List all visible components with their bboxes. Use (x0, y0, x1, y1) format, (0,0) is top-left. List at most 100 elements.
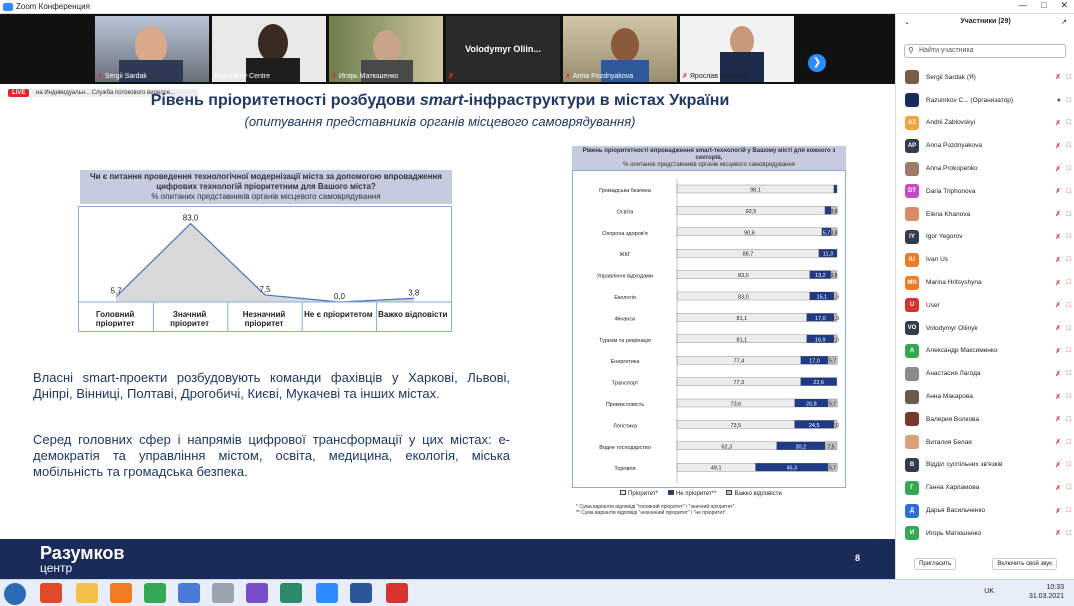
right-chart-footnotes: * Сума варіантів відповіді "головний прі… (576, 504, 736, 516)
tick-label: Значний пріоритет (170, 310, 209, 328)
data-label: 17,0 (815, 316, 826, 322)
file-explorer-icon[interactable] (76, 583, 98, 603)
data-label: 45,3 (786, 466, 797, 472)
participant-row[interactable]: Anna Prokopenko ✗ □ (896, 157, 1074, 180)
data-label: 62,3 (721, 444, 732, 450)
viber-icon[interactable] (246, 583, 268, 603)
camera-icon: □ (1066, 119, 1071, 127)
camera-icon: □ (1066, 73, 1071, 81)
zoom-taskbar-icon[interactable] (316, 583, 338, 603)
tile-name: Razumkov Centre (214, 73, 271, 80)
camera-icon: □ (1066, 301, 1071, 309)
camera-icon: □ (1066, 187, 1071, 195)
right-chart-header: Рівень пріоритетності впровадження smart… (572, 146, 846, 170)
mic-muted-icon: ✗ (1055, 165, 1061, 173)
maximize-icon[interactable]: □ (1041, 0, 1046, 11)
data-label: 73,5 (730, 423, 741, 429)
firefox-icon[interactable] (110, 583, 132, 603)
data-label: 17,0 (809, 359, 820, 365)
app-icon[interactable] (212, 583, 234, 603)
mic-muted-icon: ✗ (331, 73, 337, 80)
participant-row[interactable]: Sergii Sardak (Я) ✗ □ (896, 66, 1074, 89)
tile-name: Ярослав Жалило (689, 72, 747, 80)
avatar (905, 70, 919, 85)
participants-panel: ⌄ Участники (29) ↗ ⚲ Найти участника Sergii… (895, 14, 1074, 579)
participant-row[interactable]: Razumkov C... (Организатор) ● □ (896, 89, 1074, 112)
participant-row[interactable]: AZ Andrii Zablovskyi ✗ □ (896, 112, 1074, 135)
popout-icon[interactable]: ↗ (1061, 18, 1067, 26)
participant-row[interactable]: IU Ivan Us ✗ □ (896, 248, 1074, 271)
chrome-icon[interactable] (144, 583, 166, 603)
legend-item: Пріоритет* (620, 490, 658, 497)
mic-muted-icon: ✗ (1055, 439, 1061, 447)
minimize-icon[interactable]: — (1018, 0, 1027, 11)
tick-label: Головний пріоритет (95, 310, 135, 328)
participant-name: Ганна Харламова (926, 484, 980, 492)
chrome-app-icon[interactable] (178, 583, 200, 603)
tile-name: Anna Pozdnyakova (572, 72, 634, 80)
start-button[interactable] (4, 583, 26, 605)
participant-row[interactable]: Валерия Волкова ✗ □ (896, 408, 1074, 431)
avatar: AZ (905, 115, 919, 130)
participant-row[interactable]: Elena Khanova ✗ □ (896, 203, 1074, 226)
invite-button[interactable]: Пригласить (914, 558, 957, 570)
next-page-button[interactable]: ❯ (808, 54, 826, 72)
camera-icon: □ (1066, 461, 1071, 469)
left-chart-note: % опитаних представників органів місцево… (151, 192, 381, 201)
category-label: Промисловість (606, 402, 644, 408)
video-tile[interactable]: ✗ Ярослав Жалило (680, 16, 794, 82)
participant-row[interactable]: MH Marina Hritsyshyna ✗ □ (896, 271, 1074, 294)
zoom-logo-icon (3, 2, 13, 11)
participant-row[interactable]: VO Volodymyr Oliinyk ✗ □ (896, 317, 1074, 340)
participants-header: ⌄ Участники (29) ↗ (904, 18, 1067, 26)
participant-row[interactable]: Виталия Белая ✗ □ (896, 431, 1074, 454)
participant-row[interactable]: Анна Макарова ✗ □ (896, 385, 1074, 408)
opera-icon[interactable] (40, 583, 62, 603)
video-tile[interactable]: ✗ Игорь Матюшенко (329, 16, 443, 82)
participant-row[interactable]: U User ✗ □ (896, 294, 1074, 317)
participant-search-input[interactable]: ⚲ Найти участника (904, 44, 1066, 58)
avatar (905, 389, 919, 404)
participant-row[interactable]: Г Ганна Харламова ✗ □ (896, 476, 1074, 499)
mic-muted-icon: ✗ (1055, 142, 1061, 150)
participant-row[interactable]: DT Daria Triphonova ✗ □ (896, 180, 1074, 203)
acrobat-icon[interactable] (386, 583, 408, 603)
participant-row[interactable]: А Александр Максименко ✗ □ (896, 340, 1074, 363)
category-label: Енергетика (611, 359, 641, 365)
data-label: 22,6 (813, 380, 824, 386)
right-chart: Громадська безпека 98,1 Освіта 92,5 3,8 Охоро… (572, 170, 846, 488)
participant-row[interactable]: В Відділ суспільних зв'язків ✗ □ (896, 454, 1074, 477)
data-label: 5,7 (829, 359, 836, 365)
camera-icon: □ (1066, 529, 1071, 537)
mic-muted-icon: ✗ (1055, 233, 1061, 241)
chevron-down-icon[interactable]: ⌄ (904, 18, 910, 26)
keyboard-language[interactable]: UK (984, 588, 994, 595)
data-label: 11,3 (823, 252, 833, 258)
participant-row[interactable]: И Игорь Матюшенко ✗ □ (896, 522, 1074, 545)
participant-name: Дарья Васильченко (926, 507, 986, 515)
participant-row[interactable]: AP Anna Pozdnyakova ✗ □ (896, 134, 1074, 157)
data-label: 16,9 (815, 337, 826, 343)
participant-name: Anna Prokopenko (926, 165, 978, 173)
avatar: IY (905, 229, 919, 244)
camera-icon: □ (1066, 279, 1071, 287)
edge-icon[interactable] (280, 583, 302, 603)
category-label: Громадська безпека (599, 188, 652, 194)
close-icon[interactable]: ✕ (1060, 0, 1068, 11)
slide-title: Рівень пріоритетності розбудови smart-ін… (150, 92, 730, 109)
video-tile[interactable]: Volodymyr Oliin... ✗ (446, 16, 560, 82)
participant-row[interactable]: Анастасия Лагода ✗ □ (896, 362, 1074, 385)
video-tile[interactable]: ✗ Sergii Sardak (95, 16, 209, 82)
video-tile[interactable]: ✗ Anna Pozdnyakova (563, 16, 677, 82)
system-clock[interactable]: 10:33 31.03.2021 (1029, 583, 1064, 601)
camera-icon: □ (1066, 165, 1071, 173)
unmute-self-button[interactable]: Включить свой звук (992, 558, 1057, 570)
participant-row[interactable]: Д Дарья Васильченко ✗ □ (896, 499, 1074, 522)
data-label: 5,7 (111, 287, 123, 296)
participant-row[interactable]: IY Igor Yegorov ✗ □ (896, 226, 1074, 249)
word-icon[interactable] (350, 583, 372, 603)
live-badge[interactable]: LIVE (8, 89, 30, 97)
video-tile[interactable]: Razumkov Centre (212, 16, 326, 82)
avatar: DT (905, 184, 919, 199)
camera-icon: □ (1066, 324, 1071, 332)
